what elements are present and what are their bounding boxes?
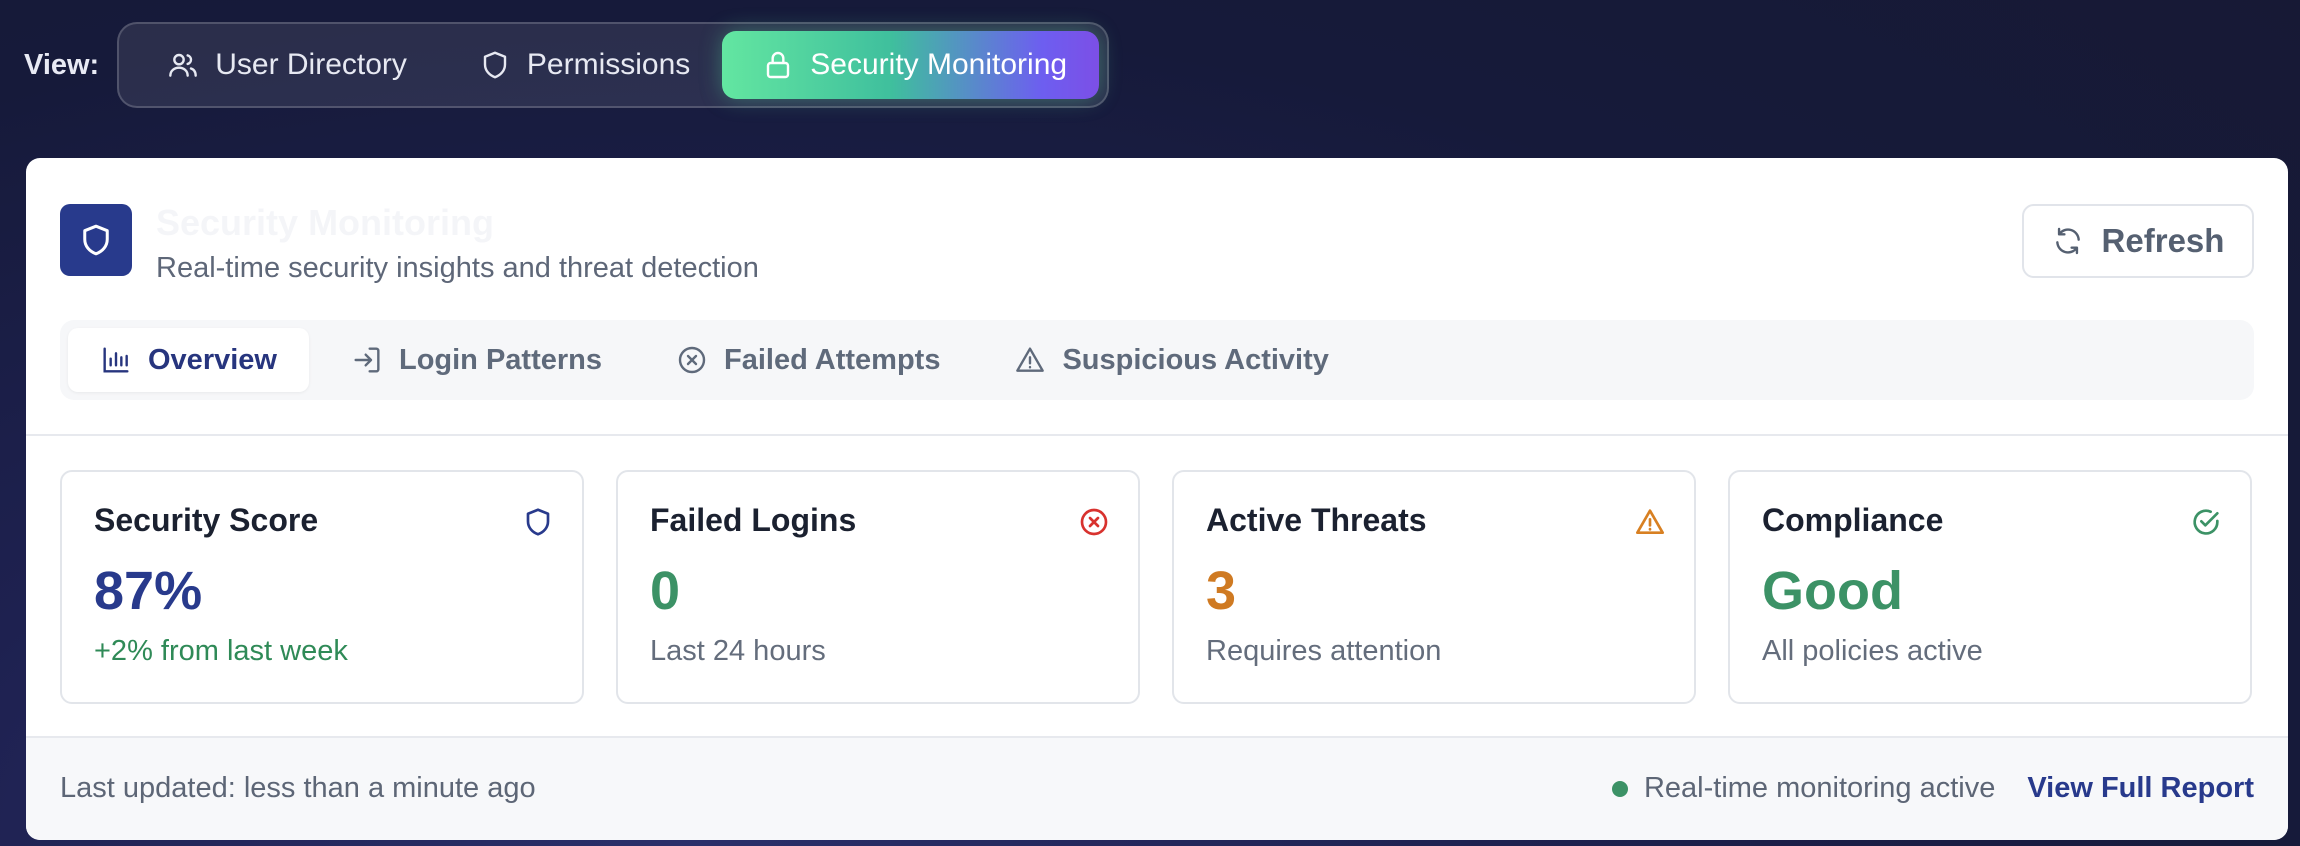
header-shield-badge <box>60 204 132 276</box>
stat-value: 87% <box>94 561 203 621</box>
stat-cards: Security Score 87% +2% from last week Fa… <box>60 470 2252 704</box>
tab-failed-attempts-label: Failed Attempts <box>724 343 941 376</box>
login-icon <box>354 347 380 373</box>
tab-login-patterns[interactable]: Login Patterns <box>319 328 634 392</box>
stat-note: Last 24 hours <box>650 635 826 667</box>
stat-label: Active Threats <box>1206 502 1427 538</box>
stat-card-active-threats: Active Threats 3 Requires attention <box>1172 470 1696 704</box>
tab-suspicious-activity-label: Suspicious Activity <box>1062 343 1329 376</box>
tab-overview-label: Overview <box>148 343 277 376</box>
view-label: View: <box>24 48 100 81</box>
panel-footer: Last updated: less than a minute ago Rea… <box>26 736 2288 840</box>
alert-triangle-icon <box>1016 347 1045 372</box>
x-circle-icon <box>1080 508 1108 536</box>
users-icon <box>169 53 198 77</box>
stat-label: Failed Logins <box>650 502 857 538</box>
lock-icon <box>767 51 790 79</box>
stat-value: 3 <box>1206 561 1237 621</box>
bar-chart-icon <box>103 347 129 373</box>
stat-label: Compliance <box>1762 502 1944 538</box>
page-title: Security Monitoring <box>156 202 495 243</box>
check-circle-icon <box>2193 509 2219 535</box>
shield-icon <box>483 51 507 79</box>
security-monitoring-panel: Security Monitoring Real-time security i… <box>26 158 2288 840</box>
refresh-label: Refresh <box>2101 222 2225 259</box>
shield-icon <box>526 508 550 536</box>
view-permissions-label: Permissions <box>526 48 691 81</box>
stat-value: Good <box>1762 561 1903 621</box>
view-security-monitoring-button[interactable]: Security Monitoring <box>722 31 1100 99</box>
stat-value: 0 <box>650 561 681 621</box>
view-user-directory-label: User Directory <box>215 48 407 81</box>
tab-failed-attempts[interactable]: Failed Attempts <box>644 328 972 392</box>
view-switcher-bar: View: User Directory Permissions Securit… <box>24 22 1110 108</box>
view-security-monitoring-label: Security Monitoring <box>810 48 1068 81</box>
last-updated-text: Last updated: less than a minute ago <box>60 772 536 804</box>
view-user-directory-button[interactable]: User Directory <box>127 31 439 99</box>
refresh-button[interactable]: Refresh <box>2022 204 2254 278</box>
view-permissions-button[interactable]: Permissions <box>439 31 722 99</box>
stat-label: Security Score <box>94 502 319 538</box>
tab-suspicious-activity[interactable]: Suspicious Activity <box>982 328 1360 392</box>
stat-card-failed-logins: Failed Logins 0 Last 24 hours <box>616 470 1140 704</box>
stat-card-security-score: Security Score 87% +2% from last week <box>60 470 584 704</box>
header-divider <box>26 434 2288 436</box>
view-switcher: User Directory Permissions Security Moni… <box>117 22 1110 108</box>
stat-card-compliance: Compliance Good All policies active <box>1728 470 2252 704</box>
x-circle-icon <box>678 346 706 374</box>
monitoring-tabs: Overview Login Patterns Failed Attempts … <box>60 320 2254 400</box>
stat-note: Requires attention <box>1206 635 1442 667</box>
stat-note: +2% from last week <box>94 635 348 667</box>
stat-note: All policies active <box>1762 635 1983 667</box>
monitoring-status-text: Real-time monitoring active <box>1643 772 1996 804</box>
refresh-icon <box>2055 227 2080 255</box>
panel-header: Security Monitoring Real-time security i… <box>60 204 759 285</box>
live-status-dot <box>1611 780 1628 797</box>
tab-login-patterns-label: Login Patterns <box>398 343 602 376</box>
alert-triangle-icon <box>1636 509 1664 534</box>
view-full-report-link[interactable]: View Full Report <box>2027 772 2254 805</box>
tab-overview[interactable]: Overview <box>68 328 309 392</box>
page-subtitle: Real-time security insights and threat d… <box>156 252 759 284</box>
shield-icon <box>83 224 109 256</box>
